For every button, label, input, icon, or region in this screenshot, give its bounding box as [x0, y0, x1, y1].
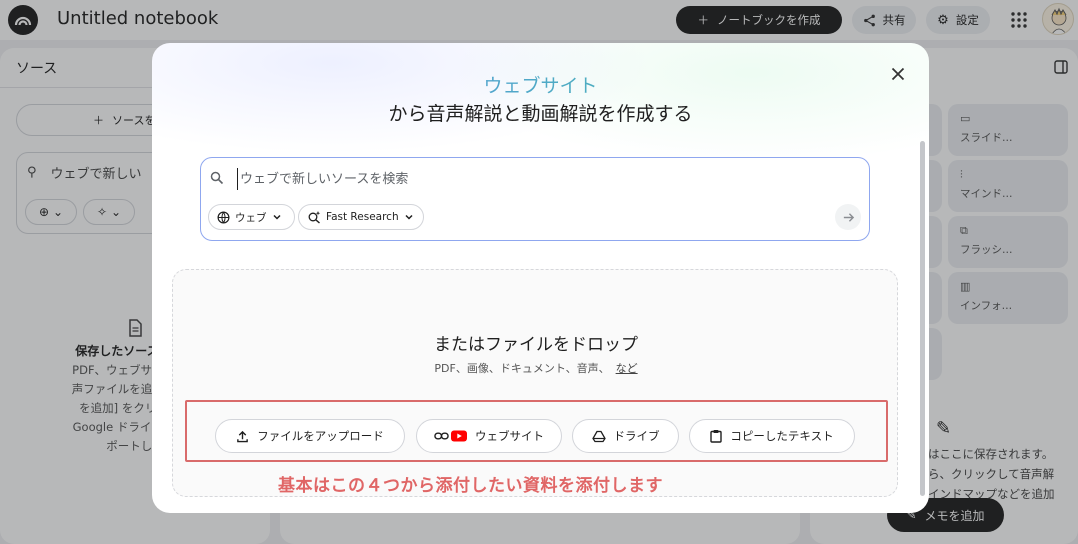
web-chip-label: ウェブ [235, 211, 267, 224]
research-mode-chip[interactable]: Fast Research [298, 204, 424, 230]
website-source-button[interactable]: ウェブサイト [416, 419, 562, 453]
web-search-input[interactable] [237, 168, 837, 190]
dialog-scrollbar[interactable] [920, 141, 925, 496]
paste-text-button[interactable]: コピーしたテキスト [689, 419, 855, 453]
supported-types-text: PDF、画像、ドキュメント、音声、 [434, 362, 610, 375]
upload-icon [237, 430, 249, 442]
drive-source-button[interactable]: ドライブ [572, 419, 679, 453]
more-types-link[interactable]: など [616, 362, 638, 375]
globe-icon [217, 211, 230, 223]
clipboard-icon [710, 430, 723, 443]
dialog-title: から音声解説と動画解説を作成する [388, 103, 693, 125]
paste-text-label: コピーしたテキスト [730, 429, 834, 443]
add-source-dialog: ウェブサイト から音声解説と動画解説を作成する ウェブ Fast Researc… [152, 43, 929, 513]
upload-file-label: ファイルをアップロード [257, 429, 384, 443]
file-drop-zone[interactable]: またはファイルをドロップ PDF、画像、ドキュメント、音声、 など [172, 269, 898, 497]
dialog-title-accent: ウェブサイト [152, 71, 929, 98]
youtube-icon [451, 430, 467, 442]
drive-icon [591, 430, 606, 442]
sparkle-search-icon [308, 211, 321, 224]
search-icon [210, 171, 224, 185]
search-submit-button[interactable] [835, 204, 861, 230]
link-icon [434, 432, 449, 440]
chevron-down-icon [272, 214, 281, 220]
annotation-caption: 基本はこの４つから添付したい資料を添付します [278, 476, 663, 496]
upload-file-button[interactable]: ファイルをアップロード [215, 419, 405, 453]
web-source-chip[interactable]: ウェブ [208, 204, 295, 230]
website-source-label: ウェブサイト [475, 429, 544, 443]
drive-source-label: ドライブ [613, 429, 660, 443]
drop-zone-title: またはファイルをドロップ [434, 335, 638, 355]
arrow-right-icon [843, 212, 854, 222]
web-search-box: ウェブ Fast Research [200, 157, 870, 241]
drop-zone-subtitle: PDF、画像、ドキュメント、音声、 など [173, 360, 899, 376]
research-chip-label: Fast Research [326, 211, 399, 223]
chevron-down-icon [405, 214, 413, 220]
